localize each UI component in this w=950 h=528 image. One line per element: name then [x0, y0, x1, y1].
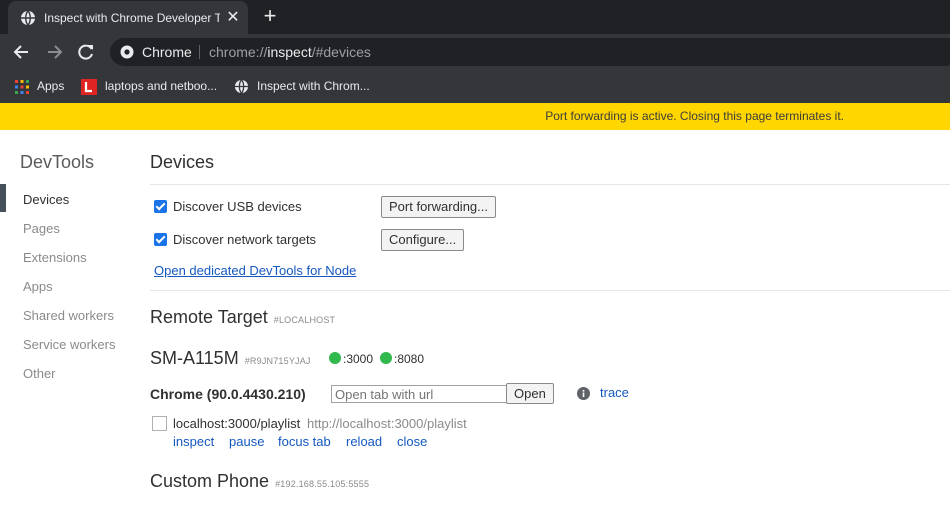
sidebar-item-service-workers[interactable]: Service workers	[23, 337, 115, 353]
sidebar-item-devices[interactable]: Devices	[23, 192, 69, 208]
port-label: :8080	[394, 352, 425, 366]
bookmark-label: Apps	[37, 79, 65, 93]
open-node-devtools-link[interactable]: Open dedicated DevTools for Node	[154, 263, 356, 279]
port-label: :3000	[343, 352, 374, 366]
port-forwarding-infobar: Port forwarding is active. Closing this …	[0, 103, 950, 130]
target-checkbox[interactable]	[152, 416, 167, 431]
reload-action[interactable]: reload	[346, 434, 382, 450]
port-active-dot	[329, 352, 341, 364]
new-tab-icon[interactable]: +	[259, 5, 281, 28]
port-status-3000: :3000	[329, 352, 373, 366]
section-divider	[150, 290, 950, 291]
open-tab-button[interactable]: Open	[506, 383, 554, 404]
sidebar-item-pages[interactable]: Pages	[23, 221, 60, 237]
discover-network-row[interactable]: Discover network targets	[154, 232, 316, 248]
globe-icon	[234, 79, 249, 94]
bookmarks-bar: Apps laptops and netboo... Inspect with …	[0, 70, 950, 103]
discover-usb-label: Discover USB devices	[173, 199, 302, 214]
custom-phone-title: Custom Phone #192.168.55.105:5555	[150, 471, 369, 494]
site-label: Chrome	[142, 44, 192, 60]
open-tab-url-input[interactable]	[331, 385, 507, 403]
inspect-action[interactable]: inspect	[173, 434, 214, 450]
bookmark-laptops[interactable]: laptops and netboo...	[81, 77, 217, 95]
configure-button[interactable]: Configure...	[381, 229, 465, 251]
remote-target-title: Remote Target #LOCALHOST	[150, 307, 335, 330]
remote-browser-name: Chrome (90.0.4430.210)	[150, 386, 306, 402]
browser-tab[interactable]: Inspect with Chrome Developer Tools ✕	[8, 1, 248, 34]
url-suffix: /#devices	[311, 44, 371, 60]
trace-link[interactable]: trace	[600, 385, 629, 401]
address-divider	[199, 45, 200, 59]
bookmark-label: Inspect with Chrom...	[257, 79, 370, 93]
port-status-8080: :8080	[380, 352, 424, 366]
browser-toolbar: Chrome chrome://inspect/#devices	[0, 34, 950, 70]
section-divider	[150, 184, 950, 185]
sidebar-item-apps[interactable]: Apps	[23, 279, 53, 295]
globe-icon	[21, 10, 35, 26]
target-url: http://localhost:3000/playlist	[307, 416, 467, 431]
remote-target-subtitle: #LOCALHOST	[273, 315, 336, 325]
sidebar-item-shared-workers[interactable]: Shared workers	[23, 308, 114, 324]
l-logo-icon	[81, 78, 97, 95]
infobar-text: Port forwarding is active. Closing this …	[545, 109, 844, 123]
url-prefix: chrome://	[209, 44, 268, 60]
focus-tab-action[interactable]: focus tab	[278, 434, 331, 450]
sidebar-item-other[interactable]: Other	[23, 366, 56, 382]
pause-action[interactable]: pause	[229, 434, 264, 450]
sidebar-title: DevTools	[20, 152, 95, 172]
reload-icon[interactable]	[75, 41, 97, 63]
bookmark-label: laptops and netboo...	[105, 79, 218, 93]
discover-network-label: Discover network targets	[173, 232, 317, 247]
forward-icon[interactable]	[43, 41, 65, 63]
close-action[interactable]: close	[397, 434, 427, 450]
discover-usb-checkbox[interactable]	[154, 200, 167, 213]
sidebar-item-extensions[interactable]: Extensions	[23, 250, 87, 266]
bookmark-inspect[interactable]: Inspect with Chrom...	[234, 77, 370, 95]
address-bar[interactable]: Chrome chrome://inspect/#devices	[110, 38, 950, 66]
discover-usb-row[interactable]: Discover USB devices	[154, 199, 302, 215]
selected-indicator	[0, 184, 6, 212]
tab-close-icon[interactable]: ✕	[224, 9, 242, 27]
bookmark-apps[interactable]: Apps	[15, 77, 64, 95]
tab-title: Inspect with Chrome Developer Tools	[44, 11, 220, 25]
port-active-dot	[380, 352, 392, 364]
tab-strip: Inspect with Chrome Developer Tools ✕ +	[0, 0, 950, 34]
custom-phone-name: Custom Phone	[150, 471, 270, 491]
chrome-logo-icon	[120, 45, 134, 59]
device-name: SM-A115M	[150, 348, 239, 368]
discover-network-checkbox[interactable]	[154, 233, 167, 246]
custom-phone-address: #192.168.55.105:5555	[275, 479, 370, 489]
apps-grid-icon	[15, 79, 29, 94]
info-icon[interactable]	[577, 387, 590, 400]
port-forwarding-button[interactable]: Port forwarding...	[381, 196, 496, 218]
device-serial: #R9JN715YJAJ	[244, 356, 311, 366]
device-title: SM-A115M #R9JN715YJAJ	[150, 348, 311, 371]
remote-target-heading: Remote Target	[150, 307, 268, 327]
back-icon[interactable]	[11, 41, 33, 63]
url-host: inspect	[267, 44, 312, 60]
devices-title: Devices	[150, 152, 215, 172]
address-url: chrome://inspect/#devices	[209, 44, 371, 60]
target-name: localhost:3000/playlist	[173, 416, 301, 431]
